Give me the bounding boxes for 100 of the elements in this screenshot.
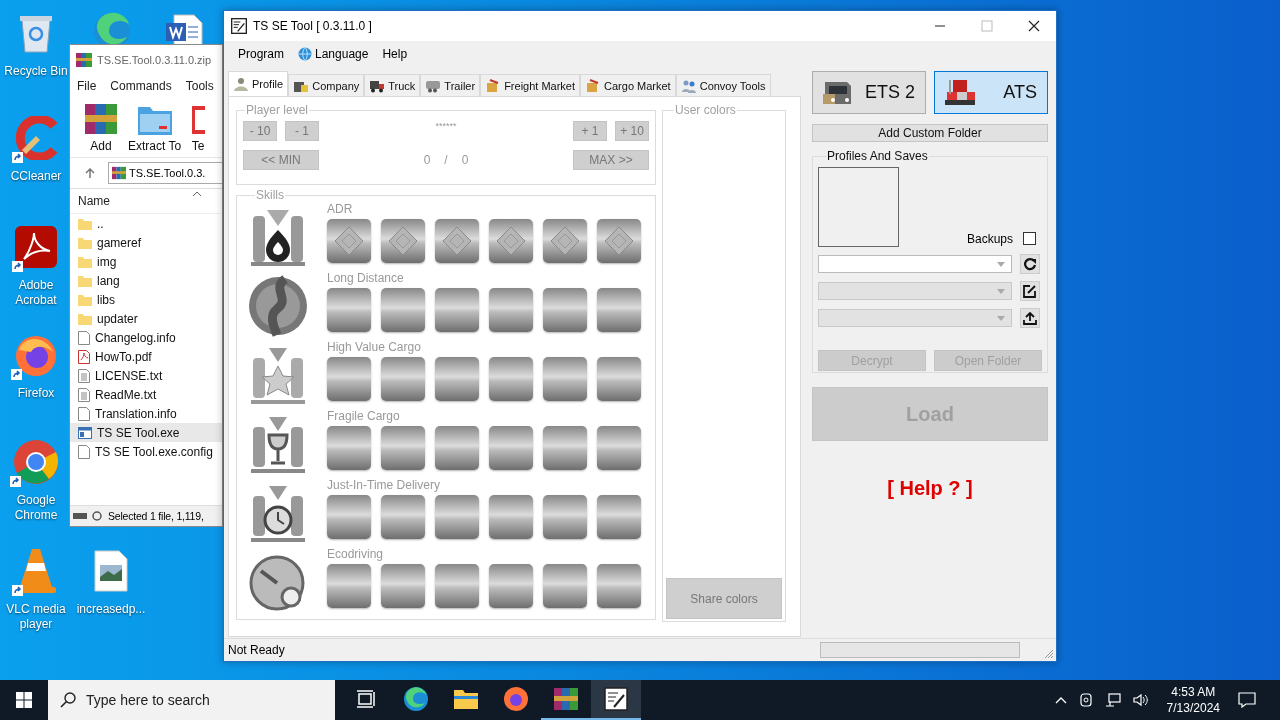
file-row[interactable]: LICENSE.txt <box>70 366 222 385</box>
menu-item[interactable]: File <box>77 79 97 93</box>
skill-tile[interactable] <box>327 426 371 470</box>
file-row[interactable]: updater <box>70 309 222 328</box>
resize-grip-icon[interactable] <box>1044 649 1054 659</box>
tab[interactable]: Profile <box>228 71 289 96</box>
skill-tile[interactable] <box>597 219 641 263</box>
skill-tile[interactable] <box>543 564 587 608</box>
file-row[interactable]: HowTo.pdf <box>70 347 222 366</box>
skill-tile[interactable] <box>489 288 533 332</box>
toolbar-button[interactable]: Extract To <box>126 97 184 157</box>
edge-icon[interactable] <box>403 686 429 712</box>
skill-tile[interactable] <box>489 564 533 608</box>
menu-item[interactable]: Program <box>238 47 284 61</box>
skill-tile[interactable] <box>327 564 371 608</box>
skill-tile[interactable] <box>489 426 533 470</box>
skill-tile[interactable] <box>435 288 479 332</box>
tab[interactable]: Freight Market <box>480 74 581 96</box>
skill-tile[interactable] <box>435 357 479 401</box>
skill-tile[interactable] <box>597 495 641 539</box>
skill-tile[interactable] <box>435 564 479 608</box>
search-field[interactable]: Type here to search <box>48 680 335 720</box>
skill-tile[interactable] <box>327 495 371 539</box>
file-row[interactable]: img <box>70 252 222 271</box>
file-row[interactable]: gameref <box>70 233 222 252</box>
skill-tile[interactable] <box>381 357 425 401</box>
tab[interactable]: Company <box>288 74 365 96</box>
file-row[interactable]: Changelog.info <box>70 328 222 347</box>
skill-tile[interactable] <box>543 288 587 332</box>
checkbox-label: Backups <box>966 231 1013 247</box>
path-field[interactable]: TS.SE.Tool.0.3. <box>108 162 222 184</box>
menu-item[interactable]: Tools <box>185 79 214 93</box>
skill-tile[interactable] <box>435 219 479 263</box>
icon-button[interactable] <box>1020 281 1040 301</box>
chevron-up-icon[interactable] <box>1054 696 1067 704</box>
skill-tile[interactable] <box>435 426 479 470</box>
skill-tile[interactable] <box>543 219 587 263</box>
task-view-icon[interactable] <box>356 690 376 708</box>
tab[interactable]: Convoy Tools <box>675 74 771 96</box>
file-row[interactable]: .. <box>70 214 222 233</box>
close-icon[interactable] <box>1028 20 1040 32</box>
skill-tile[interactable] <box>381 495 425 539</box>
column-header[interactable]: Name <box>70 189 222 214</box>
pdf-file-icon <box>78 349 90 364</box>
skill-tile[interactable] <box>597 564 641 608</box>
folder-icon[interactable] <box>453 688 479 710</box>
skill-tile[interactable] <box>543 495 587 539</box>
skill-tile[interactable] <box>327 357 371 401</box>
file-row[interactable]: TS SE Tool.exe <box>70 423 222 442</box>
taskbar-app[interactable] <box>591 680 641 720</box>
tab[interactable]: Truck <box>364 74 421 96</box>
skill-tile[interactable] <box>489 219 533 263</box>
menu-item[interactable]: Commands <box>110 79 172 93</box>
caret-icon <box>997 315 1005 321</box>
skill-tile[interactable] <box>435 495 479 539</box>
tab[interactable]: Trailer <box>420 74 481 96</box>
skill-tile[interactable] <box>381 219 425 263</box>
notification-icon[interactable] <box>1238 692 1256 708</box>
dropdown[interactable] <box>818 255 1012 273</box>
skill-tile[interactable] <box>597 426 641 470</box>
file-row[interactable]: libs <box>70 290 222 309</box>
skill-tile[interactable] <box>327 288 371 332</box>
clock-date[interactable]: 7/13/2024 <box>1166 700 1220 716</box>
toolbar-button[interactable]: Add <box>82 97 120 157</box>
camera-icon[interactable] <box>1078 692 1093 708</box>
up-arrow-icon[interactable] <box>84 167 96 179</box>
skill-tile[interactable] <box>489 357 533 401</box>
skill-tile[interactable] <box>543 426 587 470</box>
skill-tile[interactable] <box>381 426 425 470</box>
checkbox[interactable] <box>1023 232 1036 245</box>
books-icon[interactable] <box>553 686 579 712</box>
skill-tile[interactable] <box>381 564 425 608</box>
game-button[interactable]: ATS <box>934 71 1048 114</box>
people-icon <box>680 78 697 93</box>
skill-tile[interactable] <box>489 495 533 539</box>
tab[interactable]: Cargo Market <box>580 74 676 96</box>
menu-item[interactable]: Help <box>382 47 408 61</box>
skill-tile[interactable] <box>543 357 587 401</box>
skill-tile[interactable] <box>597 288 641 332</box>
clock-time[interactable]: 4:53 AM <box>1171 684 1216 700</box>
add-folder-button[interactable]: Add Custom Folder <box>812 124 1048 142</box>
network-icon[interactable] <box>1104 693 1121 707</box>
help-link[interactable]: [ Help ? ] <box>887 477 973 500</box>
game-button[interactable]: ETS 2 <box>812 71 926 114</box>
icon-button[interactable] <box>1020 254 1040 274</box>
skill-tile[interactable] <box>381 288 425 332</box>
volume-icon[interactable] <box>1132 693 1149 707</box>
file-row[interactable]: lang <box>70 271 222 290</box>
icon-button[interactable] <box>1020 308 1040 328</box>
file-row[interactable]: ReadMe.txt <box>70 385 222 404</box>
menu-item[interactable]: Language <box>298 47 369 61</box>
firefox-icon[interactable] <box>503 686 529 712</box>
skill-tile[interactable] <box>597 357 641 401</box>
skill-tile[interactable] <box>327 219 371 263</box>
skill-label: ADR <box>327 202 354 216</box>
file-row[interactable]: TS SE Tool.exe.config <box>70 442 222 461</box>
file-row[interactable]: Translation.info <box>70 404 222 423</box>
notepad-icon[interactable] <box>604 687 628 711</box>
toolbar-button[interactable]: Te <box>189 97 208 157</box>
level-value: 0 <box>423 153 431 167</box>
